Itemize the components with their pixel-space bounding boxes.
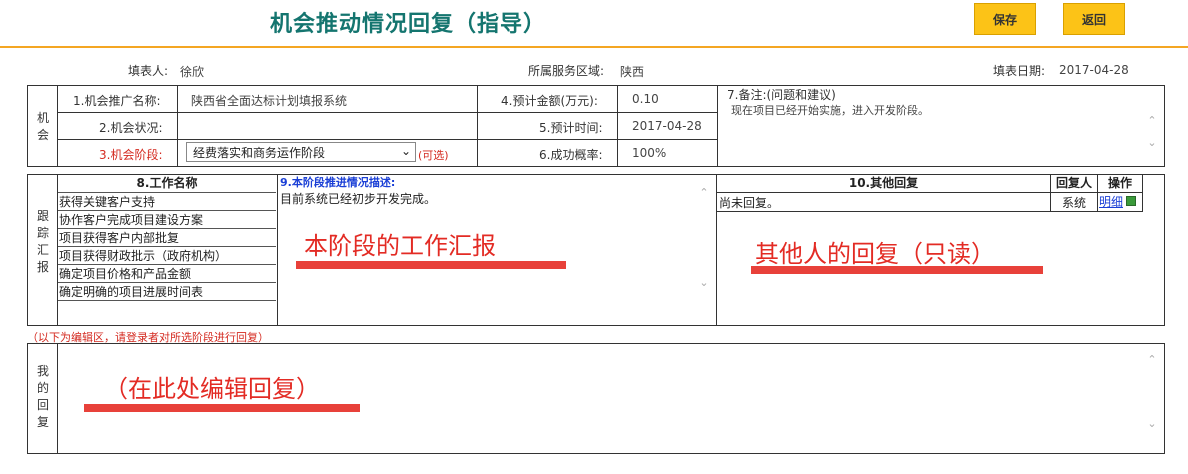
date-value: 2017-04-28 [1059, 63, 1129, 77]
opportunity-status-label: 2.机会状况: [99, 121, 163, 135]
chevron-down-icon: ⌄ [400, 144, 411, 158]
magnifier-icon[interactable] [1126, 196, 1136, 206]
chevron-up-icon: ⌃ [699, 186, 709, 199]
reply-annotation-underline [84, 404, 360, 412]
amount-value: 0.10 [632, 92, 659, 106]
reply-annotation: （在此处编辑回复） [104, 375, 320, 403]
stage-optional-hint: (可选) [418, 149, 449, 162]
remark-scrollbar[interactable]: ⌃ ⌄ [1145, 114, 1159, 150]
work-item[interactable]: 确定明确的项目进展时间表 [58, 283, 276, 301]
time-value: 2017-04-28 [632, 119, 702, 133]
opportunity-name-value: 陕西省全面达标计划填报系统 [191, 94, 348, 108]
detail-link[interactable]: 明细 [1099, 193, 1123, 210]
reply-scrollbar[interactable]: ⌃ ⌄ [1145, 353, 1159, 431]
work-item[interactable]: 确定项目价格和产品金额 [58, 265, 276, 283]
chevron-up-icon: ⌃ [1147, 114, 1157, 127]
save-button[interactable]: 保存 [974, 3, 1036, 35]
remark-value: 现在项目已经开始实施，进入开发阶段。 [731, 104, 929, 117]
other-reply-annotation: 其他人的回复（只读） [755, 240, 995, 268]
back-button[interactable]: 返回 [1063, 3, 1125, 35]
other-reply-text: 尚未回复。 [719, 196, 780, 210]
amount-label: 4.预计金额(万元): [501, 94, 598, 108]
other-reply-header: 10.其他回复 [848, 176, 919, 190]
progress-header: 9.本阶段推进情况描述: [280, 176, 396, 189]
chevron-up-icon: ⌃ [1147, 353, 1157, 366]
work-item[interactable]: 获得关键客户支持 [58, 193, 276, 211]
operation-header: 操作 [1107, 176, 1132, 190]
page-title: 机会推动情况回复（指导） [270, 12, 547, 37]
probability-value: 100% [632, 146, 667, 160]
progress-scrollbar[interactable]: ⌃ ⌄ [697, 186, 711, 290]
chevron-down-icon: ⌄ [1147, 136, 1157, 149]
progress-text: 目前系统已经初步开发完成。 [280, 192, 437, 206]
work-item[interactable]: 项目获得客户内部批复 [58, 229, 276, 247]
chevron-down-icon: ⌄ [699, 276, 709, 289]
filler-value: 徐欣 [180, 65, 205, 79]
region-value: 陕西 [620, 65, 645, 79]
stage-select-value: 经费落实和商务运作阶段 [193, 145, 326, 160]
time-label: 5.预计时间: [539, 121, 603, 135]
edit-section-label: 我的 回复 [36, 364, 49, 429]
work-item[interactable]: 项目获得财政批示（政府机构） [58, 247, 276, 265]
replier-value: 系统 [1061, 196, 1086, 210]
header-divider [0, 46, 1188, 48]
date-label: 填表日期: [993, 64, 1046, 78]
filler-label: 填表人: [128, 64, 169, 78]
probability-label: 6.成功概率: [539, 148, 603, 162]
chevron-down-icon: ⌄ [1147, 417, 1157, 430]
other-reply-annotation-underline [751, 266, 1043, 274]
work-item[interactable]: 协作客户完成项目建设方案 [58, 211, 276, 229]
work-name-header: 8.工作名称 [58, 175, 276, 193]
tracking-section-label: 跟踪 汇报 [36, 209, 49, 274]
stage-select[interactable]: 经费落实和商务运作阶段 ⌄ [186, 142, 416, 162]
opportunity-name-label: 1.机会推广名称: [73, 94, 161, 108]
progress-annotation: 本阶段的工作汇报 [304, 232, 496, 260]
region-label: 所属服务区域: [528, 64, 605, 78]
opportunity-stage-label: 3.机会阶段: [99, 148, 163, 162]
remark-label: 7.备注:(问题和建议) [727, 88, 836, 102]
progress-annotation-underline [296, 261, 566, 269]
replier-header: 回复人 [1055, 176, 1092, 190]
opportunity-section-label: 机会 [36, 111, 49, 142]
